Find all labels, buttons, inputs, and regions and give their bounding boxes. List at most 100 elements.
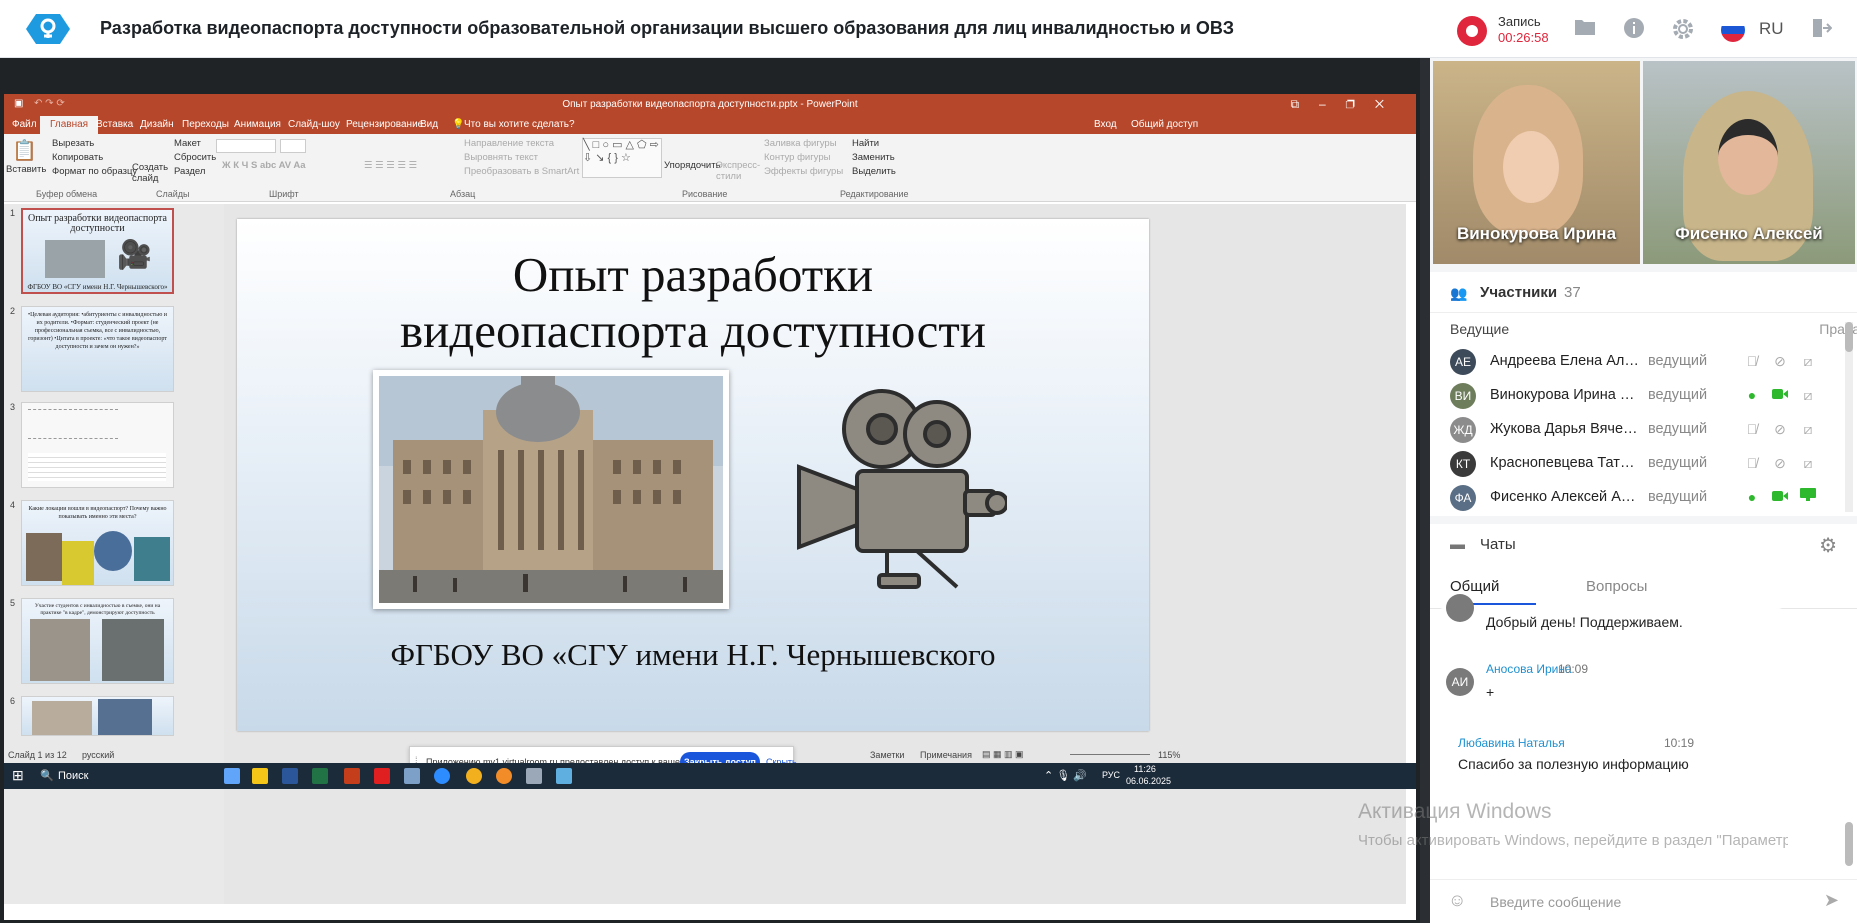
zoom-slider[interactable] [1070, 754, 1150, 755]
tell-me-field[interactable]: Что вы хотите сделать? [464, 119, 575, 130]
slide-thumbnail[interactable] [21, 696, 174, 736]
participant-row[interactable]: ФА Фисенко Алексей Ан... ведущий ● [1430, 480, 1850, 514]
slide-thumbnail[interactable]: •Целевая аудитория: •абитуриенты с инвал… [21, 306, 174, 392]
slide-thumbnail[interactable]: Опыт разработки видеопаспорта доступност… [21, 208, 174, 294]
participant-row[interactable]: ЖД Жукова Дарья Вячесл... ведущий 🎙̸ ⊘ ⧄ [1430, 412, 1850, 446]
tab-slideshow[interactable]: Слайд-шоу [288, 119, 340, 130]
folder-icon[interactable] [1572, 17, 1598, 43]
format-painter-button[interactable]: Формат по образцу [52, 166, 137, 177]
slide-thumbnail[interactable] [21, 402, 174, 488]
participant-row[interactable]: АЕ Андреева Елена Алек... ведущий 🎙̸ ⊘ ⧄ [1430, 344, 1850, 378]
new-slide-button[interactable]: Создать слайд [132, 162, 168, 184]
excel-icon[interactable] [312, 768, 328, 784]
mic-off-icon[interactable]: 🎙̸ [1742, 351, 1762, 371]
screen-share-off-icon[interactable]: ⧄ [1798, 385, 1818, 405]
slide-thumbnail[interactable]: Какие локации вошли в видеопаспорт? Поче… [21, 500, 174, 586]
task-view-icon[interactable] [224, 768, 240, 784]
record-icon[interactable] [1457, 16, 1487, 46]
arrange-button[interactable]: Упорядочить [664, 160, 721, 171]
participants-scrollbar[interactable] [1845, 322, 1853, 512]
tray-language[interactable]: РУС [1102, 770, 1120, 780]
shape-outline-button[interactable]: Контур фигуры [764, 152, 830, 163]
shape-effects-button[interactable]: Эффекты фигуры [764, 166, 843, 177]
paste-icon[interactable]: 📋 [12, 138, 37, 163]
tab-file[interactable]: Файл [12, 119, 37, 130]
camera-off-icon[interactable]: ⊘ [1770, 419, 1790, 439]
text-direction-button[interactable]: Направление текста [464, 138, 554, 149]
emoji-icon[interactable]: ☺ [1448, 890, 1466, 911]
tray-time[interactable]: 11:26 [1134, 764, 1156, 774]
window-controls[interactable]: ⧉–❐✕ [1290, 97, 1404, 112]
reset-button[interactable]: Сбросить [174, 152, 216, 163]
video-tile[interactable]: Фисенко Алексей [1643, 61, 1855, 264]
copy-button[interactable]: Копировать [52, 152, 103, 163]
tab-animation[interactable]: Анимация [234, 119, 281, 130]
notes-button[interactable]: Заметки [870, 750, 904, 760]
tab-questions[interactable]: Вопросы [1586, 578, 1647, 595]
tab-review[interactable]: Рецензирование [346, 119, 423, 130]
view-buttons[interactable]: ▤ ▦ ▥ ▣ [982, 749, 1024, 760]
powerpoint-taskbar-icon[interactable] [344, 768, 360, 784]
info-icon[interactable] [1621, 17, 1647, 43]
acrobat-icon[interactable] [374, 768, 390, 784]
find-button[interactable]: Найти [852, 138, 879, 149]
camera-off-icon[interactable]: ⊘ [1770, 453, 1790, 473]
smartart-button[interactable]: Преобразовать в SmartArt [464, 166, 579, 177]
participants-header[interactable]: 👥 Участники 37 [1430, 272, 1857, 313]
taskbar-search-icon[interactable]: 🔍 [40, 769, 54, 782]
tab-transitions[interactable]: Переходы [182, 119, 229, 130]
tab-home[interactable]: Главная [40, 116, 99, 134]
screen-share-off-icon[interactable]: ⧄ [1798, 351, 1818, 371]
gear-icon[interactable] [1670, 17, 1696, 43]
calculator-icon[interactable] [404, 768, 420, 784]
current-slide[interactable]: Опыт разработки видеопаспорта доступност… [237, 219, 1149, 731]
app-icon[interactable] [556, 768, 572, 784]
cut-button[interactable]: Вырезать [52, 138, 94, 149]
scrollbar-thumb[interactable] [1845, 822, 1853, 866]
font-format-icons[interactable]: Ж К Ч S abc AV Aa [222, 160, 306, 171]
app-icon[interactable] [526, 768, 542, 784]
message-input[interactable]: Введите сообщение [1490, 894, 1621, 910]
tab-design[interactable]: Дизайн [140, 119, 174, 130]
taskbar-search[interactable]: Поиск [58, 770, 88, 782]
shapes-gallery[interactable]: ╲ □ ○ ▭ △ ⬠ ⇨ ⇩ ↘ { } ☆ [582, 138, 662, 178]
slide-thumbnail[interactable]: Участие студентов с инвалидностью в съем… [21, 598, 174, 684]
browser-icon[interactable] [496, 768, 512, 784]
comments-button[interactable]: Примечания [920, 750, 972, 760]
app-logo-icon[interactable] [26, 12, 70, 46]
select-button[interactable]: Выделить [852, 166, 896, 177]
section-button[interactable]: Раздел [174, 166, 205, 177]
participant-row[interactable]: ВИ Винокурова Ирина Ви... ведущий ● ⧄ [1430, 378, 1850, 412]
participant-row[interactable]: КТ Краснопевцева Татья... ведущий 🎙̸ ⊘ ⧄ [1430, 446, 1850, 480]
layout-button[interactable]: Макет [174, 138, 201, 149]
zoom-app-icon[interactable] [434, 768, 450, 784]
mic-off-icon[interactable]: 🎙̸ [1742, 419, 1762, 439]
send-icon[interactable]: ➤ [1824, 890, 1839, 911]
screen-share-off-icon[interactable]: ⧄ [1798, 453, 1818, 473]
screen-share-on-icon[interactable] [1798, 487, 1818, 507]
camera-off-icon[interactable]: ⊘ [1770, 351, 1790, 371]
scrollbar-thumb[interactable] [1845, 322, 1853, 352]
windows-start-icon[interactable]: ⊞ [12, 767, 24, 784]
chat-scrollbar[interactable] [1845, 616, 1853, 866]
russia-flag-icon[interactable] [1721, 18, 1745, 42]
replace-button[interactable]: Заменить [852, 152, 895, 163]
camera-on-icon[interactable] [1770, 385, 1790, 405]
language-selector[interactable]: RU [1759, 19, 1784, 39]
shape-fill-button[interactable]: Заливка фигуры [764, 138, 837, 149]
sign-in-link[interactable]: Вход [1094, 119, 1117, 130]
mic-on-icon[interactable]: ● [1742, 385, 1762, 405]
quick-styles-button[interactable]: Экспресс-стили [716, 160, 760, 182]
file-explorer-icon[interactable] [252, 768, 268, 784]
share-button[interactable]: Общий доступ [1131, 119, 1198, 130]
tab-insert[interactable]: Вставка [96, 119, 133, 130]
font-name-field[interactable] [216, 139, 276, 153]
font-size-field[interactable] [280, 139, 306, 153]
tab-view[interactable]: Вид [420, 119, 438, 130]
align-text-button[interactable]: Выровнять текст [464, 152, 538, 163]
tray-date[interactable]: 06.06.2025 [1126, 776, 1171, 786]
camera-on-icon[interactable] [1770, 487, 1790, 507]
exit-icon[interactable] [1808, 17, 1834, 43]
mic-on-icon[interactable]: ● [1742, 487, 1762, 507]
paste-button[interactable]: Вставить [6, 164, 46, 175]
